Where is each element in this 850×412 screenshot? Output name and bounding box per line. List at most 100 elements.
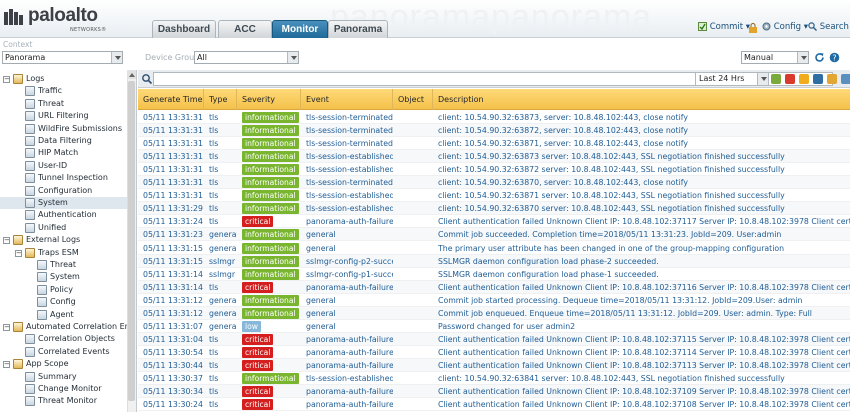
sidebar-item[interactable]: Traffic [0,85,128,97]
sidebar-item[interactable]: Config [0,296,128,308]
sidebar-scroll-thumb[interactable] [128,81,135,401]
sidebar-item[interactable]: Threat [0,259,128,271]
table-row[interactable]: 05/11 13:31:15 sslmgr sslmgr-config-p2-suc… [138,254,850,268]
table-row[interactable]: 05/11 13:31:04 tls panorama-auth-failure Cl… [138,332,850,346]
sidebar-item[interactable]: − Automated Correlation Engine [0,321,136,333]
sidebar-item[interactable]: Unified [0,222,128,234]
collapse-toggle-icon[interactable]: − [3,324,10,331]
collapse-toggle-icon[interactable]: − [15,249,22,257]
table-row[interactable]: 05/11 13:30:24 tls panorama-auth-failure Cl… [138,398,850,412]
table-row[interactable]: 05/11 13:30:37 tls tls-session-established… [138,372,850,385]
cell-type: tls [209,165,219,175]
refresh-icon[interactable] [814,52,825,63]
collapse-toggle-icon[interactable]: − [3,361,10,369]
cell-generate-time: 05/11 13:31:23 [143,230,203,240]
sidebar-item[interactable]: − Logs [0,73,128,85]
table-row[interactable]: 05/11 13:31:23 general general Commit job s… [138,228,850,242]
export-csv-icon[interactable] [841,74,850,84]
table-row[interactable]: 05/11 13:31:29 tls tls-session-established… [138,202,850,216]
severity-badge: informational [242,138,299,150]
lock-icon[interactable] [748,23,758,33]
table-row[interactable]: 05/11 13:31:24 tls panorama-auth-failure Cl… [138,215,850,229]
config-button[interactable]: Config ▾ [762,22,808,32]
time-range-select[interactable]: Last 24 Hrs [695,72,769,86]
table-row[interactable]: 05/11 13:31:31 tls tls-session-terminated c… [138,137,850,151]
clear-filter-icon[interactable] [785,74,795,84]
sidebar-item[interactable]: Threat Monitor [0,395,128,407]
help-icon[interactable]: ? [829,52,840,63]
sidebar-item[interactable]: URL Filtering [0,110,128,122]
tab-acc[interactable]: ACC [218,20,272,38]
tab-monitor[interactable]: Monitor [272,20,328,38]
save-filter-icon[interactable] [813,74,823,84]
sidebar-item[interactable]: Authentication [0,209,128,221]
cell-generate-time: 05/11 13:30:44 [143,360,203,370]
column-header-type[interactable]: Type [204,89,237,110]
logo-wordmark: paloalto [28,5,98,26]
column-header-severity[interactable]: Severity [237,89,301,110]
table-row[interactable]: 05/11 13:31:31 tls tls-session-established… [138,150,850,164]
load-filter-icon[interactable] [827,74,837,84]
sidebar-item[interactable]: HIP Match [0,147,128,159]
cell-event: panorama-auth-failure [306,217,393,227]
table-row[interactable]: 05/11 13:30:34 tls panorama-auth-failure Cl… [138,385,850,399]
table-row[interactable]: 05/11 13:31:31 tls tls-session-terminated c… [138,176,850,190]
sidebar-item[interactable]: Policy [0,284,128,296]
context-select[interactable]: Panorama [2,51,123,64]
sidebar-item[interactable]: Data Filtering [0,135,128,147]
tab-panorama[interactable]: Panorama [328,20,388,38]
sidebar-item-label: External Logs [26,235,81,245]
sidebar-item[interactable]: System [0,271,128,283]
sidebar-item[interactable]: − App Scope [0,358,128,370]
sidebar-item[interactable]: Agent [0,309,128,321]
sidebar-item[interactable]: User-ID [0,160,128,172]
sidebar-item[interactable]: Tunnel Inspection [0,172,128,184]
table-row[interactable]: 05/11 13:31:14 tls panorama-auth-failure Cl… [138,280,850,294]
scroll-up-arrow-icon[interactable] [127,70,136,79]
table-row[interactable]: 05/11 13:30:44 tls panorama-auth-failure Cl… [138,358,850,372]
sidebar-item[interactable]: Correlated Events [0,346,128,358]
table-row[interactable]: 05/11 13:31:07 general general Password cha… [138,320,850,333]
cell-object [393,215,433,228]
cell-type: general [209,230,237,240]
search-button[interactable]: Search [808,22,849,32]
table-row[interactable]: 05/11 13:31:12 general general Commit job s… [138,294,850,307]
collapse-toggle-icon[interactable]: − [3,237,10,245]
sidebar-item[interactable]: System [0,197,128,209]
table-row[interactable]: 05/11 13:31:12 general general Commit job e… [138,306,850,320]
table-row[interactable]: 05/11 13:31:31 tls tls-session-terminated c… [138,111,850,124]
sidebar-item[interactable]: Configuration [0,185,128,197]
commit-button[interactable]: Commit ▾ [698,22,750,32]
table-row[interactable]: 05/11 13:31:31 tls tls-session-established… [138,163,850,177]
column-header-generate-time[interactable]: Generate Time [138,89,204,110]
folder-icon [13,322,23,332]
refresh-mode-select[interactable]: Manual [741,51,809,64]
table-header: Generate Time Type Severity Event Object… [138,89,850,110]
sidebar-item[interactable]: − External Logs [0,234,128,246]
table-row[interactable]: 05/11 13:31:31 tls tls-session-established… [138,189,850,203]
column-header-object[interactable]: Object [393,89,433,110]
collapse-toggle-icon[interactable]: − [3,76,10,83]
add-filter-icon[interactable] [799,74,809,84]
cell-event: tls-session-terminated [306,139,393,149]
table-row[interactable]: 05/11 13:30:54 tls panorama-auth-failure Cl… [138,346,850,359]
sidebar-scrollbar[interactable] [127,70,136,412]
filter-search-icon [142,74,153,85]
sidebar-item[interactable]: WildFire Submissions [0,123,128,135]
column-header-event[interactable]: Event [301,89,393,110]
column-header-description[interactable]: Description [433,89,850,110]
sidebar-item[interactable]: Summary [0,371,128,383]
sidebar-item[interactable]: Change Monitor [0,383,128,395]
device-group-select[interactable]: All [194,51,299,64]
system-log-table: Generate Time Type Severity Event Object… [138,89,850,412]
table-row[interactable]: 05/11 13:31:31 tls tls-session-terminated c… [138,124,850,138]
sidebar-item[interactable]: − Traps ESM [0,247,128,259]
sidebar-item[interactable]: Correlation Objects [0,333,128,345]
table-row[interactable]: 05/11 13:31:14 sslmgr sslmgr-config-p1-suc… [138,268,850,281]
sidebar-item[interactable]: Threat [0,98,128,110]
cell-object [393,228,433,241]
table-row[interactable]: 05/11 13:31:15 general general The primary … [138,242,850,255]
tab-dashboard[interactable]: Dashboard [152,20,216,38]
apply-filter-icon[interactable] [771,74,781,84]
cell-type: tls [209,113,219,122]
